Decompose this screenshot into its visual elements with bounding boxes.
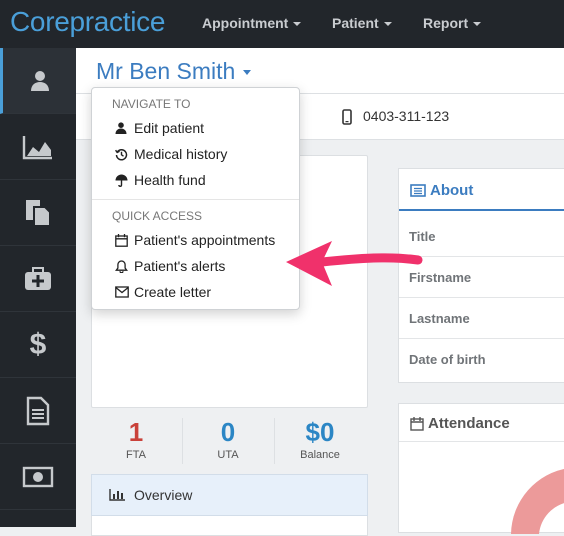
menu-item-label: Medical history [134, 146, 228, 162]
dropdown-divider [92, 199, 299, 200]
documents-icon [26, 199, 51, 227]
nav-patient[interactable]: Patient [332, 15, 392, 31]
nav-appointment[interactable]: Appointment [202, 15, 302, 31]
nav-report-label: Report [423, 15, 469, 31]
about-row-firstname: Firstname [399, 257, 564, 298]
caret-down-icon [473, 22, 482, 27]
sidebar: $ [0, 48, 76, 527]
caret-down-icon [383, 22, 392, 27]
umbrella-icon [115, 174, 128, 187]
menu-item-health-fund[interactable]: Health fund [92, 168, 299, 192]
sidebar-item-billing[interactable]: $ [0, 312, 76, 378]
menu-item-edit-patient[interactable]: Edit patient [92, 116, 299, 140]
nav-report[interactable]: Report [423, 15, 482, 31]
user-icon [30, 70, 49, 91]
patient-dropdown-menu: NAVIGATE TO Edit patient Medical history… [91, 87, 300, 310]
bell-icon [115, 260, 128, 273]
about-row-dob: Date of birth [399, 339, 564, 380]
sidebar-item-clinical[interactable] [0, 246, 76, 312]
stat-fta[interactable]: 1 FTA [91, 418, 181, 461]
about-row-label: Title [409, 229, 436, 244]
dollar-icon: $ [30, 329, 47, 361]
about-header: About [399, 169, 564, 211]
stat-fta-value: 1 [128, 417, 144, 447]
sidebar-item-letters[interactable] [0, 378, 76, 444]
overview-label: Overview [134, 487, 193, 503]
bar-chart-icon [109, 489, 125, 501]
user-icon [115, 122, 127, 134]
stat-uta[interactable]: 0 UTA [183, 418, 273, 461]
about-panel: About Title Firstname Lastname Date of b… [398, 168, 564, 383]
about-row-lastname: Lastname [399, 298, 564, 339]
patient-name: Mr Ben Smith [96, 58, 236, 84]
svg-text:$: $ [30, 329, 47, 361]
stat-balance-value: $0 [305, 417, 335, 447]
about-title: About [430, 182, 474, 199]
calendar-icon [410, 417, 424, 431]
stat-balance[interactable]: $0 Balance [275, 418, 365, 461]
patient-stats: 1 FTA 0 UTA $0 Balance [91, 418, 368, 468]
menu-item-label: Create letter [134, 284, 212, 300]
money-icon [22, 466, 54, 487]
app-logo[interactable]: Corepractice [10, 6, 165, 38]
patient-name-dropdown[interactable]: Mr Ben Smith [96, 58, 252, 85]
sidebar-item-documents[interactable] [0, 180, 76, 246]
caret-down-icon [293, 22, 302, 27]
area-chart-icon [22, 135, 52, 159]
stat-uta-label: UTA [217, 449, 239, 461]
file-text-icon [26, 396, 50, 425]
attendance-panel: Attendance [398, 403, 564, 534]
overview-panel [91, 516, 368, 536]
stat-uta-value: 0 [220, 417, 236, 447]
menu-item-appointments[interactable]: Patient's appointments [92, 228, 299, 252]
menu-item-medical-history[interactable]: Medical history [92, 142, 299, 166]
attendance-title: Attendance [428, 415, 510, 432]
menu-item-label: Health fund [134, 172, 206, 188]
about-row-label: Lastname [409, 311, 470, 326]
dropdown-header-quick: QUICK ACCESS [112, 209, 203, 223]
menu-item-alerts[interactable]: Patient's alerts [92, 254, 299, 278]
dropdown-header-navigate: NAVIGATE TO [112, 97, 191, 111]
menu-item-label: Edit patient [134, 120, 205, 136]
about-row-title: Title [399, 216, 564, 257]
menu-item-create-letter[interactable]: Create letter [92, 280, 299, 304]
sidebar-item-payments[interactable] [0, 444, 76, 510]
attendance-header: Attendance [399, 404, 564, 442]
history-icon [115, 149, 128, 161]
sidebar-item-patient[interactable] [0, 48, 76, 114]
menu-item-label: Patient's alerts [134, 258, 226, 274]
calendar-icon [115, 234, 128, 247]
patient-phone: 0403-311-123 [363, 108, 450, 124]
stat-balance-label: Balance [300, 449, 340, 461]
stat-fta-label: FTA [126, 449, 146, 461]
mobile-icon [342, 109, 352, 125]
nav-appointment-label: Appointment [202, 15, 289, 31]
list-alt-icon [410, 184, 426, 197]
overview-tab[interactable]: Overview [91, 474, 368, 516]
about-row-label: Firstname [409, 270, 472, 285]
nav-patient-label: Patient [332, 15, 379, 31]
attendance-chart [511, 468, 564, 534]
envelope-icon [115, 286, 129, 298]
top-navbar: Corepractice Appointment Patient Report [0, 0, 564, 48]
sidebar-item-reports[interactable] [0, 114, 76, 180]
caret-down-icon [243, 70, 252, 76]
medical-kit-icon [25, 266, 51, 290]
menu-item-label: Patient's appointments [134, 232, 276, 248]
about-row-label: Date of birth [409, 352, 486, 367]
